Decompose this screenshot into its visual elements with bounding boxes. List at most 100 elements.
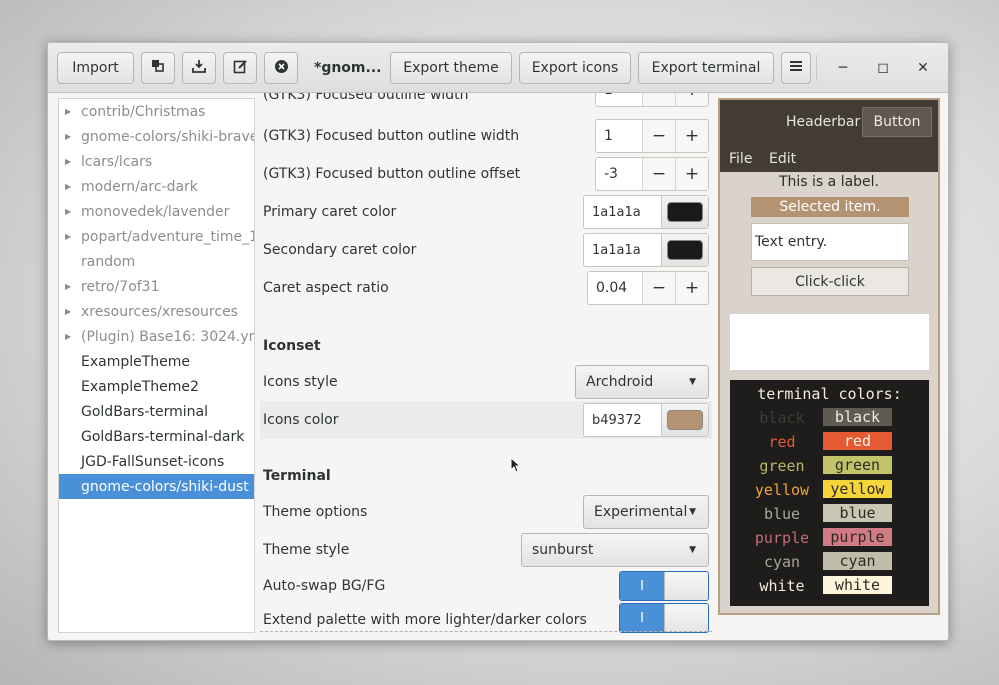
- terminal-bg-sample: yellow: [823, 480, 892, 498]
- expander-arrow-icon[interactable]: ▶: [65, 107, 71, 116]
- toggle-knob[interactable]: [664, 604, 708, 632]
- theme-list-item[interactable]: ExampleTheme: [59, 349, 254, 374]
- theme-options-dropdown[interactable]: Experimental ▼: [583, 495, 709, 529]
- expander-arrow-icon[interactable]: ▶: [65, 307, 71, 316]
- toggle-knob[interactable]: [664, 572, 708, 600]
- setting-label: Extend palette with more lighter/darker …: [263, 612, 587, 628]
- theme-list-item[interactable]: JGD-FallSunset-icons: [59, 449, 254, 474]
- preview-selected-item[interactable]: Selected item.: [751, 197, 909, 217]
- increment-button[interactable]: +: [675, 120, 708, 152]
- theme-list-item-selected[interactable]: gnome-colors/shiki-dust: [59, 474, 254, 499]
- preview-text-entry[interactable]: Text entry.: [751, 223, 909, 261]
- maximize-button[interactable]: ◻: [873, 58, 893, 78]
- theme-list-item[interactable]: ▶ retro/7of31: [59, 274, 254, 299]
- increment-button[interactable]: +: [675, 272, 708, 304]
- close-button[interactable]: ✕: [913, 58, 933, 78]
- theme-list-item-label: modern/arc-dark: [81, 178, 198, 195]
- terminal-title: terminal colors:: [757, 385, 902, 403]
- import-button[interactable]: Import: [57, 52, 134, 84]
- expander-arrow-icon[interactable]: ▶: [65, 207, 71, 216]
- preview-menu-edit[interactable]: Edit: [769, 151, 796, 167]
- caret-aspect-ratio-spinner[interactable]: 0.04 − +: [587, 271, 709, 305]
- theme-list-item[interactable]: GoldBars-terminal-dark: [59, 424, 254, 449]
- setting-focused-button-outline-width: (GTK3) Focused button outline width 1 − …: [260, 117, 712, 155]
- decrement-button[interactable]: −: [642, 120, 675, 152]
- theme-list-item[interactable]: ▶ lcars/lcars: [59, 149, 254, 174]
- preview-headerbar: Headerbar Button: [720, 100, 938, 146]
- save-button[interactable]: [182, 52, 216, 84]
- decrement-button[interactable]: −: [642, 158, 675, 190]
- extend-palette-toggle[interactable]: I: [619, 603, 709, 633]
- spinner-value[interactable]: -3: [596, 158, 642, 190]
- remove-icon: [274, 59, 289, 78]
- theme-list[interactable]: ▶ contrib/Christmas ▶ gnome-colors/shiki-b…: [58, 98, 255, 633]
- mouse-pointer-icon: [510, 456, 522, 473]
- color-swatch-button[interactable]: [662, 234, 708, 266]
- terminal-fg-sample: white: [759, 577, 805, 595]
- color-hex-input[interactable]: 1a1a1a: [584, 196, 662, 228]
- expander-arrow-icon[interactable]: ▶: [65, 332, 71, 341]
- color-swatch-button[interactable]: [662, 196, 708, 228]
- color-swatch-button[interactable]: [662, 404, 708, 436]
- theme-list-item[interactable]: ▶ xresources/xresources: [59, 299, 254, 324]
- export-terminal-button[interactable]: Export terminal: [638, 52, 774, 84]
- expander-arrow-icon[interactable]: ▶: [65, 232, 71, 241]
- spinner-value[interactable]: 0.04: [588, 272, 642, 304]
- terminal-color-row: green green: [730, 454, 929, 478]
- increment-button[interactable]: +: [675, 158, 708, 190]
- secondary-caret-color-picker[interactable]: 1a1a1a: [583, 233, 709, 267]
- spinner-value[interactable]: 1: [596, 120, 642, 152]
- theme-list-item[interactable]: ▶ popart/adventure_time_1: [59, 224, 254, 249]
- export-theme-button[interactable]: Export theme: [390, 52, 512, 84]
- color-hex-input[interactable]: 1a1a1a: [584, 234, 662, 266]
- focused-button-outline-width-spinner[interactable]: 1 − +: [595, 119, 709, 153]
- focused-button-outline-offset-spinner[interactable]: -3 − +: [595, 157, 709, 191]
- auto-swap-toggle[interactable]: I: [619, 571, 709, 601]
- settings-panel[interactable]: (GTK3) Focused outline width 1 − + (GTK3…: [260, 93, 712, 633]
- setting-primary-caret-color: Primary caret color 1a1a1a: [260, 193, 712, 231]
- theme-list-item[interactable]: GoldBars-terminal: [59, 399, 254, 424]
- theme-list-item[interactable]: ▶ gnome-colors/shiki-brave: [59, 124, 254, 149]
- chevron-down-icon: ▼: [689, 545, 696, 555]
- setting-label: Secondary caret color: [263, 242, 417, 258]
- preview-headerbar-title: Headerbar: [786, 114, 861, 130]
- expander-arrow-icon[interactable]: ▶: [65, 282, 71, 291]
- color-hex-input[interactable]: b49372: [584, 404, 662, 436]
- preview-menu-file[interactable]: File: [729, 151, 752, 167]
- primary-caret-color-picker[interactable]: 1a1a1a: [583, 195, 709, 229]
- preview-headerbar-button[interactable]: Button: [862, 107, 932, 137]
- theme-list-item[interactable]: ExampleTheme2: [59, 374, 254, 399]
- edit-button[interactable]: [223, 52, 257, 84]
- setting-caret-aspect-ratio: Caret aspect ratio 0.04 − +: [260, 269, 712, 307]
- remove-button[interactable]: [264, 52, 298, 84]
- theme-list-item[interactable]: ▶ (Plugin) Base16: 3024.yml: [59, 324, 254, 349]
- close-icon: ✕: [917, 60, 929, 76]
- terminal-color-row: cyan cyan: [730, 550, 929, 574]
- theme-list-item[interactable]: ▶ monovedek/lavender: [59, 199, 254, 224]
- theme-list-item[interactable]: random: [59, 249, 254, 274]
- preview-button[interactable]: Click-click: [751, 267, 909, 296]
- scroll-edge-indicator: [260, 631, 712, 632]
- theme-list-item-label: GoldBars-terminal: [81, 403, 208, 420]
- preview-text-area[interactable]: [730, 314, 929, 370]
- theme-list-item[interactable]: ▶ modern/arc-dark: [59, 174, 254, 199]
- minimize-button[interactable]: ─: [833, 58, 853, 78]
- decrement-button[interactable]: −: [642, 272, 675, 304]
- spinner-value[interactable]: 1: [596, 93, 642, 106]
- theme-list-item-label: ExampleTheme2: [81, 378, 199, 395]
- icons-color-picker[interactable]: b49372: [583, 403, 709, 437]
- export-icons-button[interactable]: Export icons: [519, 52, 631, 84]
- theme-list-item[interactable]: ▶ contrib/Christmas: [59, 99, 254, 124]
- focused-outline-width-spinner[interactable]: 1 − +: [595, 93, 709, 107]
- theme-list-item-label: gnome-colors/shiki-dust: [81, 478, 249, 495]
- terminal-bg-sample: black: [823, 408, 892, 426]
- increment-button[interactable]: +: [675, 93, 708, 106]
- theme-style-dropdown[interactable]: sunburst ▼: [521, 533, 709, 567]
- clone-button[interactable]: [141, 52, 175, 84]
- icons-style-dropdown[interactable]: Archdroid ▼: [575, 365, 709, 399]
- expander-arrow-icon[interactable]: ▶: [65, 157, 71, 166]
- main-menu-button[interactable]: [781, 52, 811, 84]
- expander-arrow-icon[interactable]: ▶: [65, 132, 71, 141]
- expander-arrow-icon[interactable]: ▶: [65, 182, 71, 191]
- decrement-button[interactable]: −: [642, 93, 675, 106]
